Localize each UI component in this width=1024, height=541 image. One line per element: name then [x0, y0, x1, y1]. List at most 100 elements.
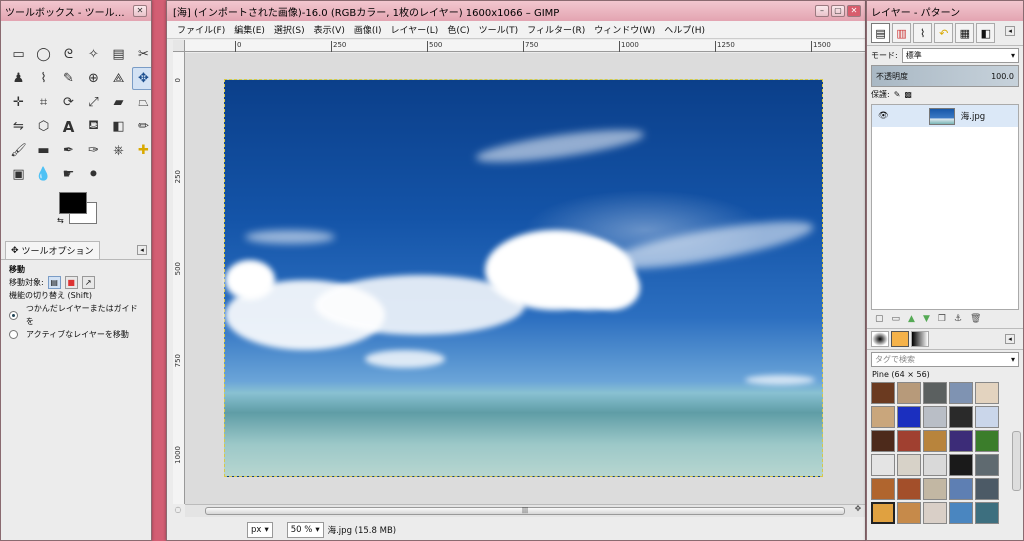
path-mode-icon[interactable]: ↗ [81, 276, 95, 289]
shear-icon[interactable]: ▰ [107, 91, 130, 114]
pattern-swatch[interactable] [897, 382, 921, 404]
align-icon[interactable]: ✛ [7, 91, 30, 114]
pattern-swatch[interactable] [897, 454, 921, 476]
channels-tab-icon[interactable]: ▥ [892, 23, 912, 43]
pattern-swatch[interactable] [871, 430, 895, 452]
gradient-tab-icon[interactable] [911, 331, 929, 347]
option-pick-layer[interactable]: つかんだレイヤーまたはガイドを [9, 302, 143, 328]
pattern-swatch[interactable] [871, 382, 895, 404]
pattern-swatch[interactable] [975, 454, 999, 476]
layer-row[interactable]: 👁 海.jpg [872, 105, 1018, 127]
lower-layer-icon[interactable]: ▼ [923, 314, 930, 324]
scroll-thumb[interactable]: ||| [205, 507, 845, 515]
pattern-swatch[interactable] [975, 478, 999, 500]
lock-pixels-icon[interactable]: ✎ [894, 90, 901, 99]
cage-icon[interactable]: ⬡ [32, 115, 55, 138]
move-tool-icon[interactable]: ✥ [132, 67, 151, 90]
menu-help[interactable]: ヘルプ(H) [664, 23, 705, 36]
pattern-scrollbar[interactable] [1012, 431, 1021, 491]
perspective-clone-icon[interactable]: ▣ [7, 163, 30, 186]
scale-icon[interactable]: ⤢ [82, 91, 105, 114]
pattern-swatch[interactable] [949, 382, 973, 404]
swap-colors-icon[interactable]: ⇆ [57, 216, 64, 225]
pattern-swatch[interactable] [949, 478, 973, 500]
menu-windows[interactable]: ウィンドウ(W) [594, 23, 655, 36]
layer-mode-icon[interactable]: ▤ [47, 276, 61, 289]
scissors-icon[interactable]: ✂ [132, 43, 151, 66]
paths-tab-icon[interactable]: ⌇ [913, 23, 933, 43]
ink-icon[interactable]: ✑ [82, 139, 105, 162]
selection-mode-icon[interactable]: ■ [64, 276, 78, 289]
horizontal-ruler[interactable]: 0 250 500 750 1000 1250 1500 [185, 40, 865, 52]
pattern-swatch[interactable] [923, 406, 947, 428]
ellipse-select-icon[interactable]: ◯ [32, 43, 55, 66]
clone-icon[interactable]: ⎈ [107, 139, 130, 162]
quick-mask-icon[interactable]: ◌ [173, 505, 183, 515]
menu-colors[interactable]: 色(C) [447, 23, 469, 36]
bucket-fill-icon[interactable]: ⛾ [82, 115, 105, 138]
anchor-icon[interactable]: ⚓ [954, 314, 962, 324]
lock-alpha-icon[interactable]: ▩ [904, 90, 912, 99]
pattern-swatch[interactable] [975, 502, 999, 524]
color-picker-icon[interactable]: ✎ [57, 67, 80, 90]
opacity-slider[interactable]: 不透明度 100.0 [871, 65, 1019, 87]
menu-layer[interactable]: レイヤー(L) [391, 23, 439, 36]
paths-icon[interactable]: ⌇ [32, 67, 55, 90]
menu-edit[interactable]: 編集(E) [234, 23, 265, 36]
navigate-icon[interactable]: ✥ [853, 504, 863, 514]
pattern-swatch[interactable] [923, 502, 947, 524]
pattern-swatch[interactable] [923, 454, 947, 476]
pencil-icon[interactable]: ✏ [132, 115, 151, 138]
rotate-icon[interactable]: ⟳ [57, 91, 80, 114]
pattern-tab-icon[interactable] [891, 331, 909, 347]
delete-layer-icon[interactable]: 🗑 [970, 314, 981, 324]
pattern-swatch[interactable] [897, 502, 921, 524]
duplicate-layer-icon[interactable]: ❐ [938, 314, 946, 324]
maximize-icon[interactable]: ▢ [831, 5, 845, 17]
pattern-swatch[interactable] [897, 478, 921, 500]
close-icon[interactable]: ✕ [133, 5, 147, 17]
pattern-swatch[interactable] [871, 502, 895, 524]
undo-tab-icon[interactable]: ↶ [934, 23, 954, 43]
tab-menu-icon[interactable]: ◂ [1005, 334, 1015, 344]
pattern-swatch[interactable] [871, 454, 895, 476]
blur-icon[interactable]: 💧 [32, 163, 55, 186]
pattern-swatch[interactable] [975, 382, 999, 404]
text-icon[interactable]: A [57, 115, 80, 138]
menu-filters[interactable]: フィルター(R) [527, 23, 585, 36]
zoom-selector[interactable]: 50 % ▾ [286, 521, 324, 538]
menu-file[interactable]: ファイル(F) [177, 23, 225, 36]
pattern-swatch[interactable] [949, 430, 973, 452]
tab-menu-icon[interactable]: ◂ [137, 245, 147, 255]
minimize-icon[interactable]: – [815, 5, 829, 17]
toolbox-titlebar[interactable]: ツールボックス - ツールオプ... ✕ [1, 1, 151, 21]
foreground-color[interactable] [59, 192, 87, 214]
pattern-swatch[interactable] [923, 478, 947, 500]
mode-select[interactable]: 標準 ▾ [901, 48, 1019, 63]
unit-selector[interactable]: px ▾ [247, 521, 273, 538]
pattern-swatch[interactable] [897, 430, 921, 452]
raise-layer-icon[interactable]: ▲ [908, 314, 915, 324]
menu-image[interactable]: 画像(I) [354, 23, 382, 36]
tag-filter-input[interactable]: タグで検索 ▾ [871, 352, 1019, 367]
image-titlebar[interactable]: [海] (インポートされた画像)-16.0 (RGBカラー, 1枚のレイヤー) … [167, 1, 865, 21]
pattern-swatch[interactable] [923, 382, 947, 404]
close-icon[interactable]: ✕ [847, 5, 861, 17]
foreground-select-icon[interactable]: ♟ [7, 67, 30, 90]
lasso-icon[interactable]: ᘓ [57, 43, 80, 66]
heal-icon[interactable]: ✚ [132, 139, 151, 162]
ruler-corner[interactable] [173, 40, 185, 52]
option-active-layer[interactable]: アクティブなレイヤーを移動 [9, 328, 143, 341]
crop-icon[interactable]: ⌗ [32, 91, 55, 114]
colormap-tab-icon[interactable]: ▦ [955, 23, 975, 43]
menu-select[interactable]: 選択(S) [274, 23, 305, 36]
canvas-area[interactable] [185, 53, 865, 504]
tab-menu-icon[interactable]: ◂ [1005, 26, 1015, 36]
flip-icon[interactable]: ⇋ [7, 115, 30, 138]
zoom-icon[interactable]: ⊕ [82, 67, 105, 90]
pattern-swatch[interactable] [871, 406, 895, 428]
paintbrush-icon[interactable]: 🖌 [7, 139, 30, 162]
rect-select-icon[interactable]: ▭ [7, 43, 30, 66]
select-by-color-icon[interactable]: ▤ [107, 43, 130, 66]
smudge-icon[interactable]: ☛ [57, 163, 80, 186]
